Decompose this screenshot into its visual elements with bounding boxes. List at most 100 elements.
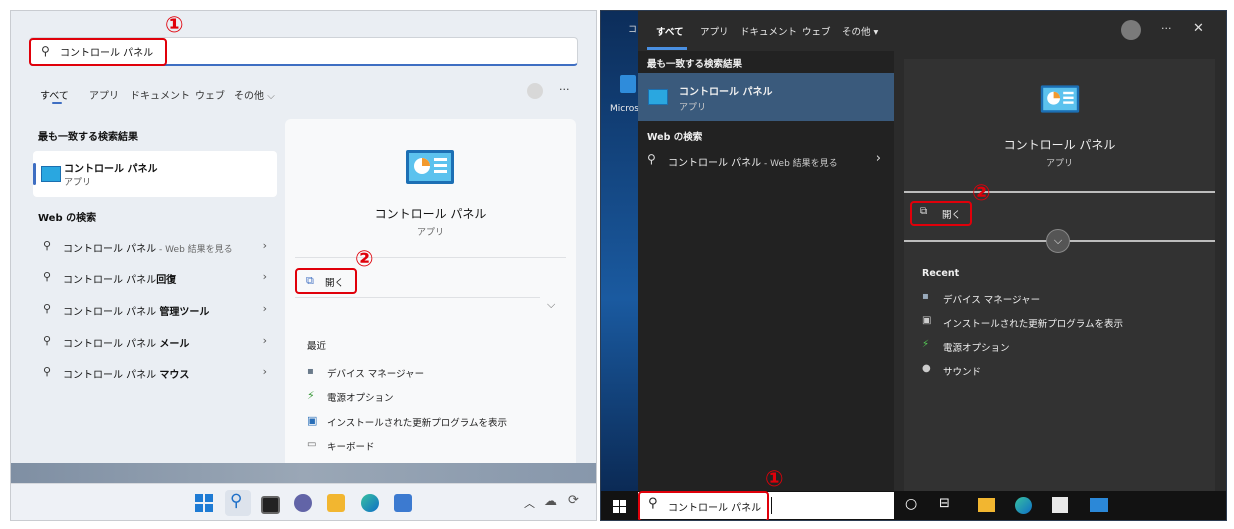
search-icon: ⚲ — [647, 152, 656, 166]
desktop-shortcut-label: Micros — [610, 104, 639, 114]
best-match-subtitle: アプリ — [64, 178, 92, 188]
win10-search-window: コ Micros すべて アプリ ドキュメント ウェブ その他 ▾ ··· ✕ … — [600, 10, 1227, 521]
detail-title: コントロール パネル — [374, 207, 487, 221]
sound-icon: ● — [922, 363, 931, 374]
expand-chevron-icon[interactable]: ⌵ — [1046, 229, 1070, 253]
web-search-header: Web の検索 — [647, 132, 703, 143]
recent-header: Recent — [922, 268, 960, 279]
tab-web[interactable]: ウェブ — [802, 24, 831, 38]
tab-all-underline — [52, 102, 62, 104]
web-result-bold: 管理ツール — [159, 307, 210, 318]
step2-highlight — [295, 268, 357, 294]
recent-item-label: キーボード — [327, 442, 375, 453]
tab-apps[interactable]: アプリ — [89, 87, 119, 102]
weather-icon[interactable]: ☁ — [544, 494, 557, 509]
recent-item[interactable]: ● サウンド — [922, 363, 1202, 379]
file-explorer-icon[interactable] — [327, 494, 345, 512]
tab-apps[interactable]: アプリ — [700, 24, 729, 38]
web-result-row[interactable]: ⚲ コントロール パネル - Web 結果を見る › — [43, 237, 267, 257]
recent-item[interactable]: ▭ キーボード — [307, 438, 557, 454]
teams-chat-icon[interactable] — [294, 494, 312, 512]
best-match-item[interactable]: コントロール パネル アプリ — [33, 151, 277, 197]
expand-chevron-icon[interactable]: ⌵ — [547, 298, 555, 312]
control-panel-icon — [41, 166, 61, 182]
step2-marker: ② — [355, 247, 374, 272]
text-cursor — [771, 497, 772, 514]
tab-web[interactable]: ウェブ — [195, 87, 225, 102]
tab-all-underline — [647, 47, 687, 50]
step1-highlight — [29, 38, 167, 66]
web-result-text: コントロール パネル 管理ツール — [63, 303, 209, 318]
recent-item[interactable]: ⚡ 電源オプション — [307, 389, 557, 405]
edge-icon[interactable] — [361, 494, 379, 512]
recent-item[interactable]: ▣ インストールされた更新プログラムを表示 — [922, 315, 1202, 331]
recent-item-label: インストールされた更新プログラムを表示 — [327, 418, 508, 429]
web-result-bold: メール — [159, 339, 190, 350]
web-result-base: コントロール パネル — [63, 370, 160, 381]
chevron-right-icon: › — [262, 302, 267, 315]
tab-documents[interactable]: ドキュメント — [130, 87, 190, 102]
sync-icon[interactable]: ⟳ — [568, 493, 579, 508]
step1-marker: ① — [165, 13, 184, 38]
avatar[interactable] — [1121, 20, 1141, 40]
chevron-right-icon: › — [262, 334, 267, 347]
cortana-icon[interactable]: ○ — [905, 496, 917, 512]
divider — [904, 191, 1215, 193]
web-result-base: コントロール パネル — [63, 275, 157, 286]
web-result-row[interactable]: ⚲ コントロール パネル メール › — [43, 332, 267, 352]
web-result-row[interactable]: ⚲ コントロール パネル 管理ツール › — [43, 300, 267, 320]
tab-all[interactable]: すべて — [40, 87, 69, 102]
search-icon: ⚲ — [230, 491, 243, 511]
recent-item[interactable]: ⚡ 電源オプション — [922, 339, 1202, 355]
web-result-bold: マウス — [159, 370, 190, 381]
more-options-button[interactable]: ··· — [559, 83, 570, 96]
step1-highlight — [638, 491, 769, 520]
task-view-icon[interactable] — [261, 496, 280, 514]
best-match-subtitle: アプリ — [679, 103, 707, 113]
selection-indicator — [33, 163, 36, 185]
web-result-base: コントロール パネル — [668, 158, 762, 169]
recent-item-label: 電源オプション — [943, 343, 1010, 354]
desktop-shortcut-icon[interactable] — [620, 75, 636, 93]
start-icon[interactable] — [613, 500, 626, 513]
recent-item[interactable]: ▪ デバイス マネージャー — [307, 365, 557, 381]
recent-item[interactable]: ▪ デバイス マネージャー — [922, 291, 1202, 307]
tab-more[interactable]: その他 ▾ — [842, 24, 878, 38]
web-result-base: コントロール パネル — [63, 244, 157, 255]
close-icon[interactable]: ✕ — [1193, 21, 1204, 36]
recent-item[interactable]: ▣ インストールされた更新プログラムを表示 — [307, 414, 557, 430]
control-panel-large-icon — [1040, 85, 1080, 113]
taskbar-search-icon[interactable]: ⚲ — [225, 490, 251, 516]
web-result-row[interactable]: ⚲ コントロール パネル マウス › — [43, 363, 267, 383]
edge-icon[interactable] — [1015, 497, 1032, 514]
more-options-button[interactable]: ··· — [1161, 22, 1172, 35]
tray-chevron-up-icon[interactable]: ︿ — [524, 495, 535, 511]
task-view-icon[interactable]: ⊟ — [939, 496, 950, 511]
web-result-row[interactable]: ⚲ コントロール パネル - Web 結果を見る › — [647, 151, 883, 171]
divider — [295, 297, 540, 298]
store-icon[interactable] — [1052, 497, 1068, 513]
tab-documents[interactable]: ドキュメント — [740, 24, 797, 38]
search-icon: ⚲ — [43, 334, 52, 347]
avatar[interactable] — [527, 83, 543, 99]
tab-more-label: その他 — [234, 91, 264, 102]
web-result-text: コントロール パネル メール — [63, 335, 189, 350]
best-match-item[interactable]: コントロール パネル アプリ — [638, 73, 894, 121]
device-manager-icon: ▪ — [307, 366, 314, 377]
store-icon[interactable] — [394, 494, 412, 512]
chevron-down-icon: ⌵ — [267, 91, 275, 102]
web-result-text: コントロール パネル マウス — [63, 366, 189, 381]
chevron-right-icon: › — [262, 239, 267, 252]
web-result-row[interactable]: ⚲ コントロール パネル回復 › — [43, 268, 267, 288]
recent-item-label: 電源オプション — [327, 393, 394, 404]
mail-icon[interactable] — [1090, 498, 1108, 512]
web-result-text: コントロール パネル - Web 結果を見る — [63, 240, 233, 255]
file-explorer-icon[interactable] — [978, 498, 995, 512]
detail-panel: コントロール パネル アプリ ⧉ 開く ② ⌵ 最近 ▪ デバイス マネージャー… — [285, 119, 576, 471]
keyboard-icon: ▭ — [307, 439, 317, 450]
start-icon[interactable] — [195, 494, 213, 512]
chevron-right-icon: › — [875, 151, 881, 166]
tab-all[interactable]: すべて — [656, 24, 683, 38]
step2-marker: ② — [972, 181, 991, 206]
tab-more[interactable]: その他 ⌵ — [234, 87, 275, 102]
